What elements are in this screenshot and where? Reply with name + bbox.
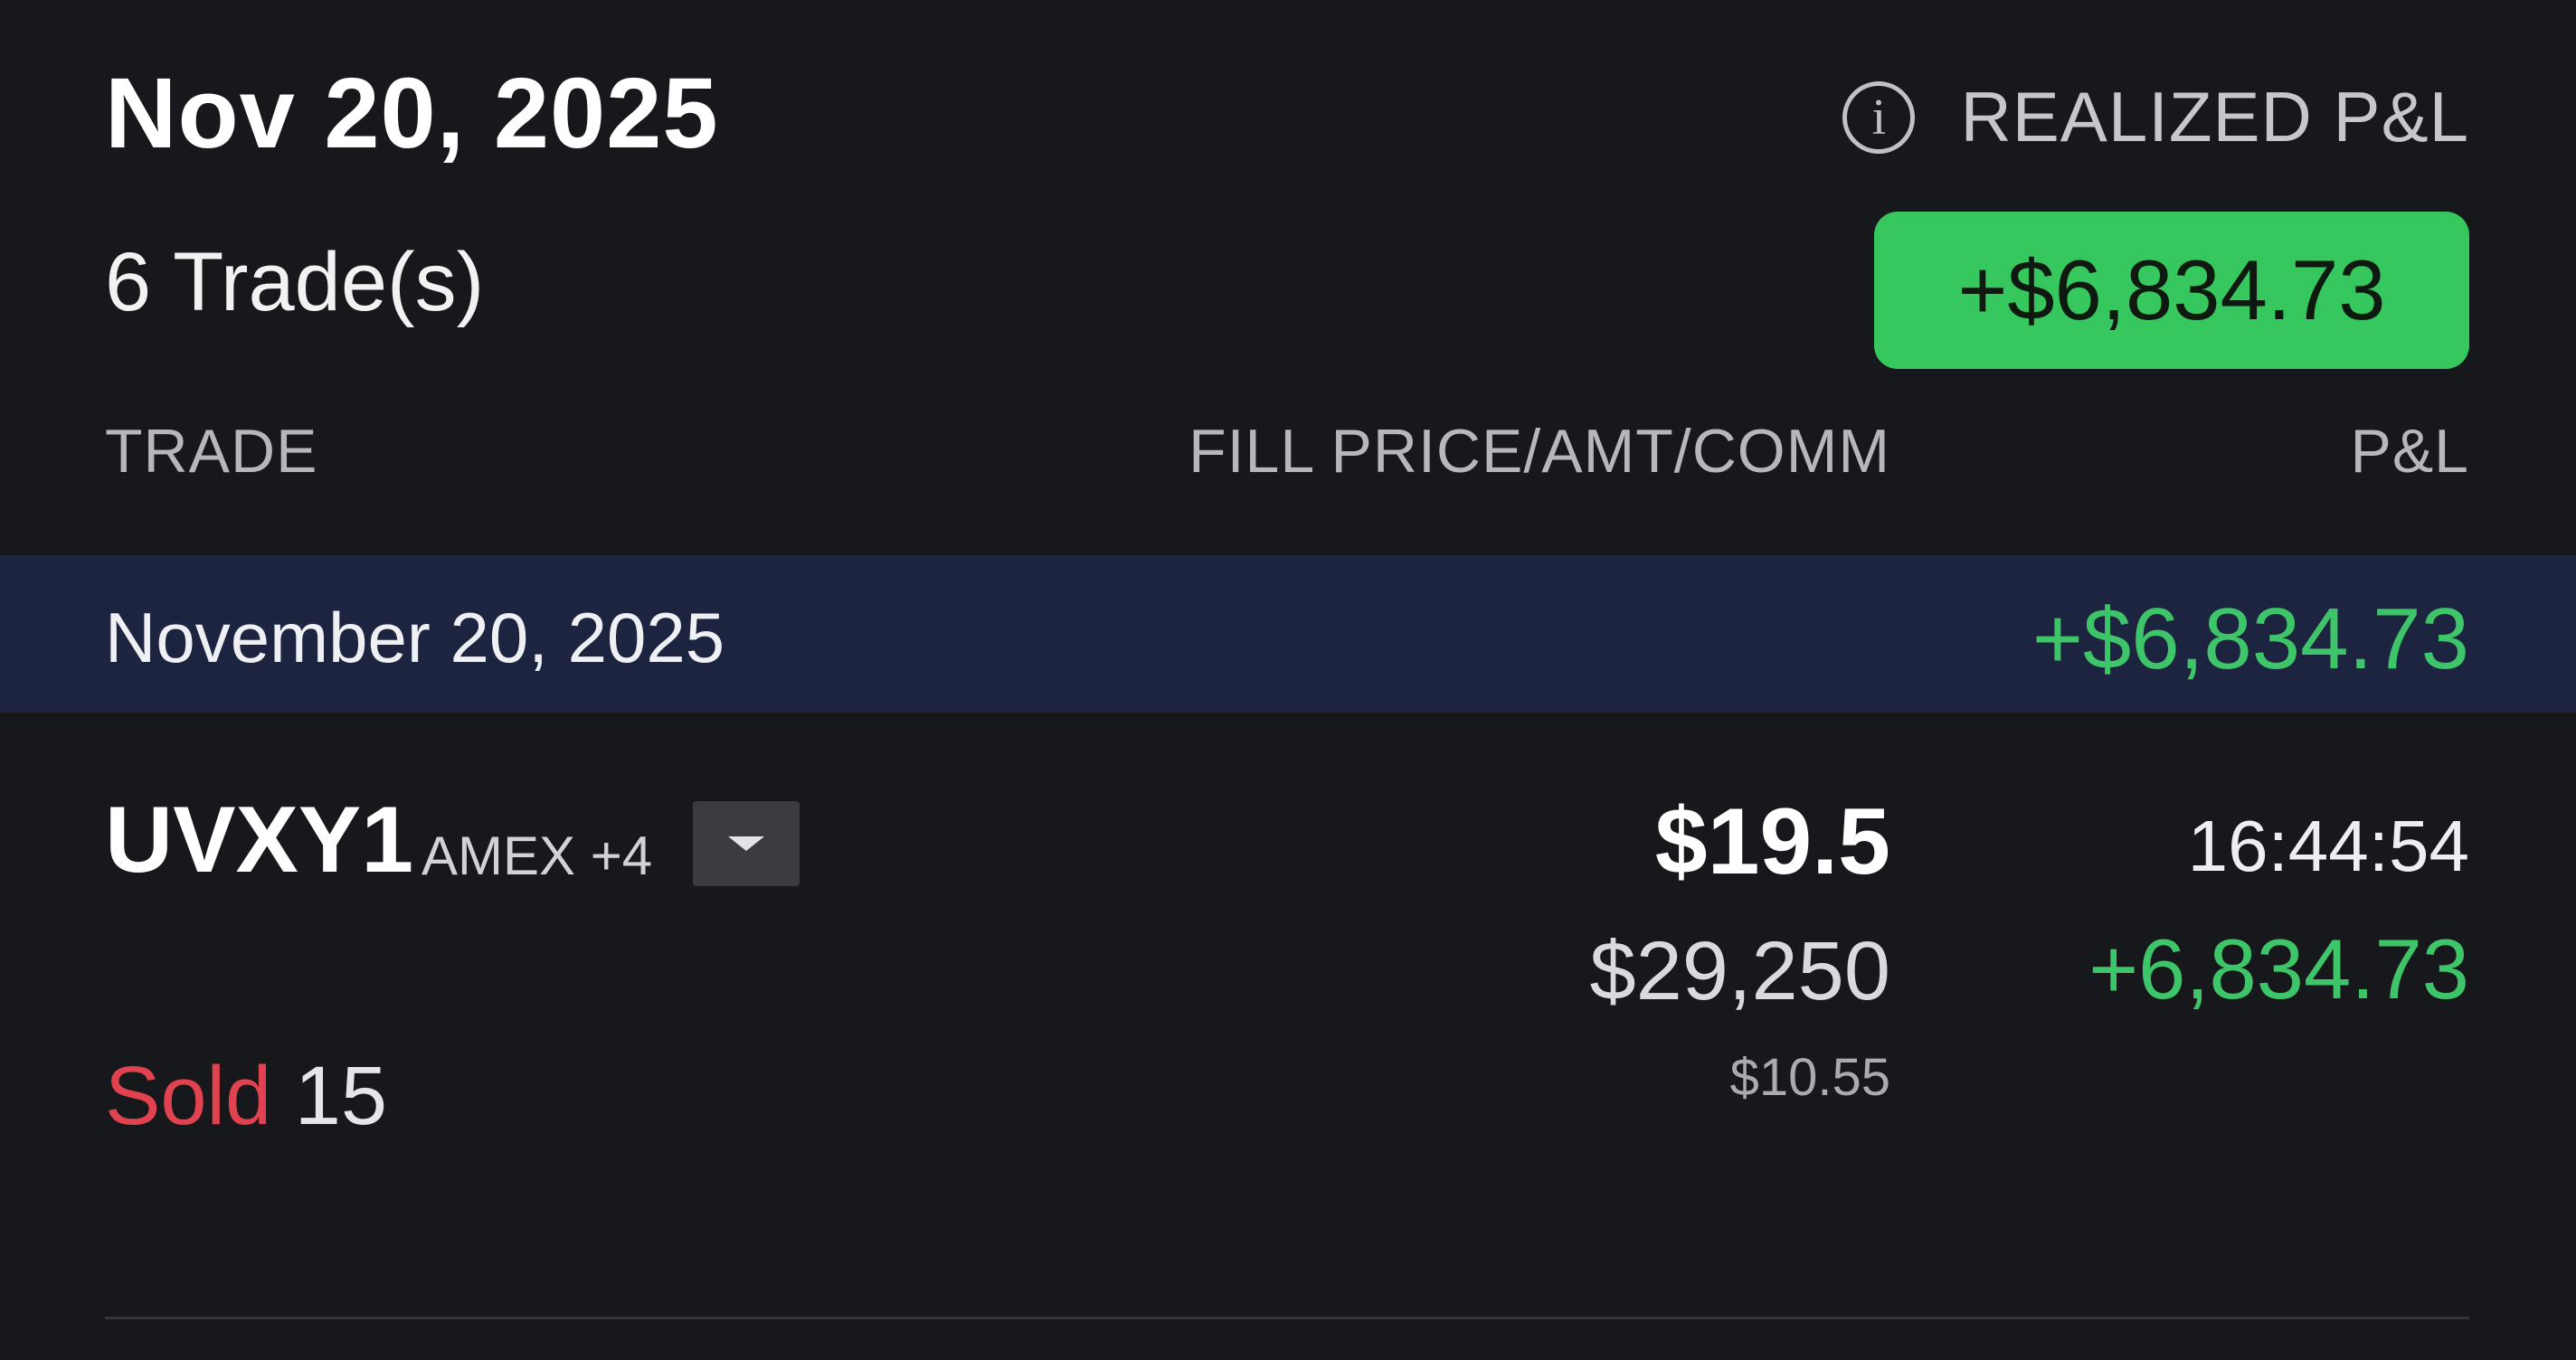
trade-exchange: AMEX +4 — [421, 826, 653, 886]
trade-symbol[interactable]: UVXY1 — [105, 787, 413, 894]
trade-amount: $29,250 — [1589, 925, 1890, 1017]
trade-history-panel: Nov 20, 2025 6 Trade(s) i REALIZED P&L +… — [0, 0, 2576, 1360]
chevron-down-icon — [728, 836, 764, 851]
realized-pnl-header: i REALIZED P&L — [1842, 76, 2469, 158]
column-header-trade: TRADE — [105, 417, 318, 486]
group-pnl: +$6,834.73 — [2031, 590, 2469, 687]
trade-quantity: 15 — [294, 1050, 388, 1142]
realized-pnl-label: REALIZED P&L — [1960, 77, 2469, 156]
summary-date: Nov 20, 2025 — [105, 58, 719, 169]
expand-trade-button[interactable] — [693, 801, 800, 886]
column-header-fill: FILL PRICE/AMT/COMM — [1189, 417, 1890, 486]
trade-time: 16:44:54 — [2187, 806, 2469, 886]
trade-count: 6 Trade(s) — [105, 236, 485, 328]
trade-commission: $10.55 — [1729, 1048, 1890, 1107]
trade-side: Sold — [105, 1050, 272, 1142]
column-header-pnl: P&L — [2350, 417, 2469, 486]
info-icon[interactable]: i — [1842, 80, 1916, 154]
fill-price: $19.5 — [1654, 789, 1890, 894]
group-date: November 20, 2025 — [105, 598, 725, 677]
trade-pnl: +6,834.73 — [2088, 921, 2469, 1016]
realized-pnl-badge: +$6,834.73 — [1874, 212, 2469, 369]
row-divider — [105, 1317, 2469, 1319]
trade-side-quantity: Sold 15 — [105, 1049, 387, 1144]
